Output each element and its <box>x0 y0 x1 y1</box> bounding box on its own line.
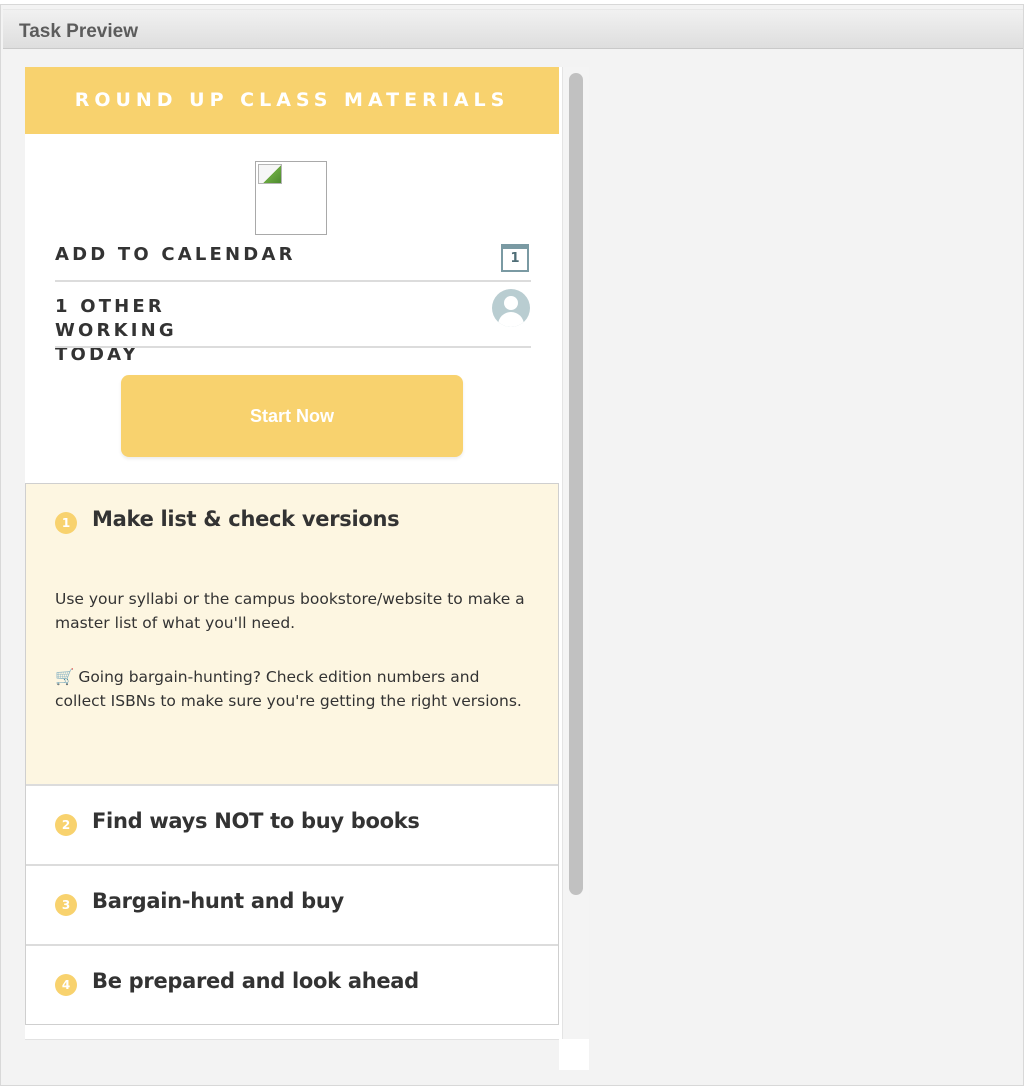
shopping-cart-icon: 🛒 <box>55 668 75 686</box>
step-item-1[interactable]: 1 Make list & check versions Use your sy… <box>26 484 558 786</box>
step-body: Use your syllabi or the campus bookstore… <box>55 587 535 743</box>
step-paragraph-text: Going bargain-hunting? Check edition num… <box>55 668 522 710</box>
user-avatar-icon <box>492 289 530 327</box>
step-number-badge: 4 <box>55 974 77 996</box>
steps-list: 1 Make list & check versions Use your sy… <box>25 483 559 1025</box>
step-title[interactable]: Make list & check versions <box>92 507 400 531</box>
scrollbar-thumb[interactable] <box>569 73 583 895</box>
task-banner: ROUND UP CLASS MATERIALS <box>25 67 559 134</box>
others-working-label: 1 OTHER WORKING TODAY <box>55 295 177 367</box>
others-working-line-2: WORKING <box>55 320 177 341</box>
step-item-4[interactable]: 4 Be prepared and look ahead <box>26 946 558 1024</box>
broken-image-icon <box>258 164 282 184</box>
step-title[interactable]: Find ways NOT to buy books <box>92 809 420 833</box>
panel-header: Task Preview <box>3 9 1023 49</box>
divider <box>55 280 531 282</box>
task-image-placeholder <box>255 161 327 235</box>
step-number-badge: 3 <box>55 894 77 916</box>
viewport-bottom-bar <box>25 1039 559 1070</box>
step-item-3[interactable]: 3 Bargain-hunt and buy <box>26 866 558 946</box>
others-working-line-1: 1 OTHER <box>55 296 165 317</box>
task-title: ROUND UP CLASS MATERIALS <box>74 89 510 111</box>
step-title[interactable]: Be prepared and look ahead <box>92 969 419 993</box>
step-item-2[interactable]: 2 Find ways NOT to buy books <box>26 786 558 866</box>
task-preview-panel: Task Preview ROUND UP CLASS MATERIALS AD… <box>0 4 1024 1086</box>
step-number-badge: 1 <box>55 512 77 534</box>
calendar-icon[interactable]: 1 <box>501 244 529 272</box>
vertical-scrollbar[interactable] <box>562 67 589 1039</box>
step-number-badge: 2 <box>55 814 77 836</box>
step-paragraph: 🛒 Going bargain-hunting? Check edition nu… <box>55 665 535 713</box>
add-to-calendar-link[interactable]: ADD TO CALENDAR <box>55 243 296 267</box>
start-now-button[interactable]: Start Now <box>121 375 463 457</box>
step-title[interactable]: Bargain-hunt and buy <box>92 889 344 913</box>
avatar-head <box>504 296 518 310</box>
avatar-body <box>498 312 524 327</box>
step-paragraph: Use your syllabi or the campus bookstore… <box>55 590 525 632</box>
preview-viewport[interactable]: ROUND UP CLASS MATERIALS ADD TO CALENDAR… <box>25 67 589 1070</box>
panel-title: Task Preview <box>19 21 139 42</box>
divider <box>55 346 531 348</box>
